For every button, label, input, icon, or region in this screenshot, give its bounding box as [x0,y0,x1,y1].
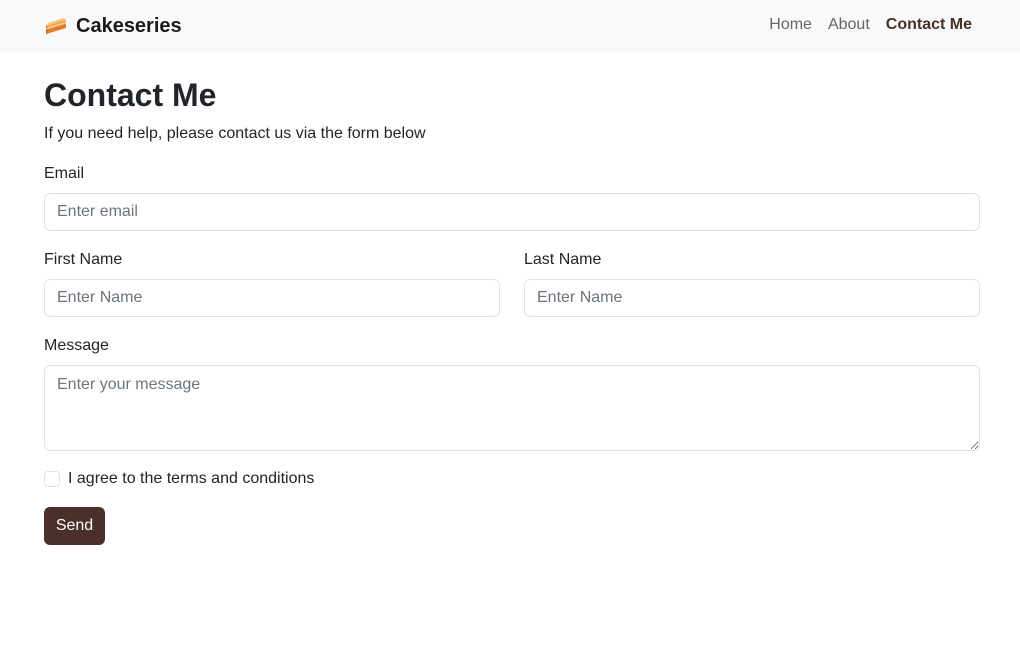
first-name-input[interactable] [44,279,500,317]
cake-slice-icon [44,14,68,38]
message-textarea[interactable] [44,365,980,451]
brand-name: Cakeseries [76,14,182,37]
brand-link[interactable]: Cakeseries [44,13,182,39]
email-input[interactable] [44,193,980,231]
page-title: Contact Me [44,77,217,113]
page-subtitle: If you need help, please contact us via … [44,125,426,142]
nav-link-contact[interactable]: Contact Me [886,16,972,34]
terms-row: I agree to the terms and conditions [44,469,314,489]
terms-label[interactable]: I agree to the terms and conditions [68,470,314,488]
send-button[interactable]: Send [44,507,105,545]
navbar: Cakeseries Home About Contact Me [0,0,1020,52]
email-label: Email [44,165,85,182]
terms-checkbox[interactable] [44,471,60,487]
nav-link-about[interactable]: About [828,16,870,34]
last-name-label: Last Name [524,251,602,268]
nav-link-home[interactable]: Home [769,16,812,34]
last-name-input[interactable] [524,279,980,317]
message-label: Message [44,337,109,354]
first-name-label: First Name [44,251,123,268]
nav-links: Home About Contact Me [753,14,972,36]
